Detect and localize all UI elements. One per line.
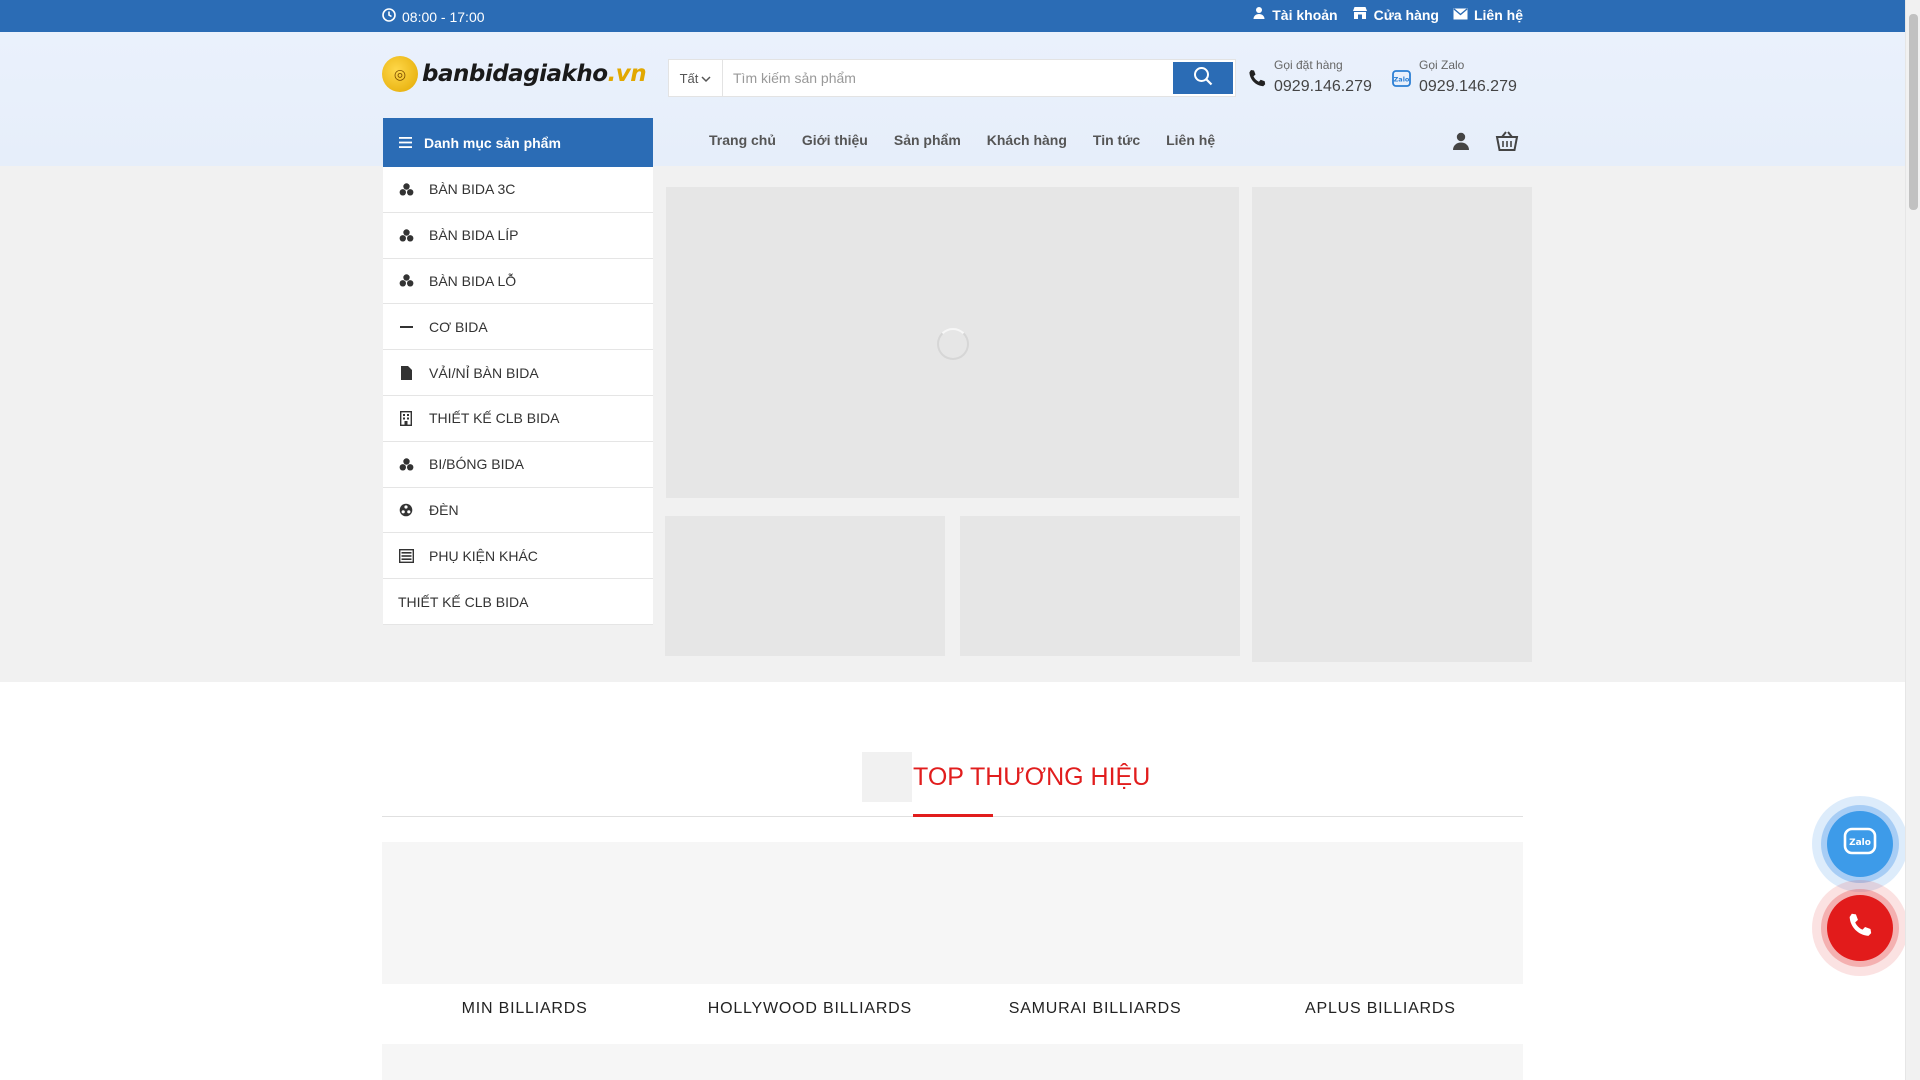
category-item-phu-kien[interactable]: PHỤ KIỆN KHÁC: [383, 533, 653, 580]
category-menu-header[interactable]: Danh mục sản phẩm: [383, 118, 653, 167]
account-icon[interactable]: [1451, 131, 1471, 156]
brands-title: TOP THƯƠNG HIỆU: [913, 762, 1151, 791]
mail-icon: [1453, 7, 1468, 23]
header-actions: [1451, 130, 1519, 157]
opening-hours: 08:00 - 17:00: [382, 8, 485, 25]
brand-min-billiards[interactable]: MIN BILLIARDS: [382, 984, 667, 1044]
svg-text:Zalo: Zalo: [1849, 838, 1871, 848]
menu-icon: [399, 135, 412, 151]
contact-link-label: Liên hệ: [1473, 6, 1523, 23]
brands-images: [382, 842, 1523, 984]
nav-about[interactable]: Giới thiệu: [802, 132, 868, 148]
logo-emblem-icon: ◎: [382, 56, 418, 92]
opening-hours-text: 08:00 - 17:00: [402, 8, 485, 25]
hero-banner-small-left[interactable]: [665, 516, 945, 656]
brand-hollywood-billiards[interactable]: HOLLYWOOD BILLIARDS: [667, 984, 952, 1044]
hero-banner-small-right[interactable]: [960, 516, 1240, 656]
cue-icon: [398, 325, 414, 329]
category-item-vai-ni[interactable]: VẢI/NỈ BÀN BIDA: [383, 350, 653, 396]
svg-text:Zalo: Zalo: [1394, 76, 1410, 84]
nav-products[interactable]: Sản phẩm: [894, 132, 961, 148]
category-item-label: BÀN BIDA 3C: [429, 181, 516, 198]
category-item-label: ĐÈN: [429, 501, 459, 518]
zalo-icon: Zalo: [1391, 68, 1413, 96]
brand-aplus-billiards[interactable]: APLUS BILLIARDS: [1238, 984, 1523, 1044]
search-button[interactable]: [1173, 62, 1233, 94]
search-category-value: Tất: [679, 70, 699, 86]
category-item-label: THIẾT KẾ CLB BIDA: [429, 410, 560, 427]
search-bar: Tất: [668, 59, 1236, 97]
category-item-label: BÀN BIDA LÍP: [429, 227, 519, 244]
balls-icon: [398, 183, 414, 196]
category-item-label: BI/BÓNG BIDA: [429, 456, 524, 473]
order-hotline-number: 0929.146.279: [1274, 78, 1372, 95]
store-link-label: Cửa hàng: [1373, 6, 1439, 23]
list-icon: [398, 548, 414, 563]
brands-divider-accent: [913, 814, 993, 817]
category-item-co-bida[interactable]: CƠ BIDA: [383, 304, 653, 351]
category-item-thiet-ke-clb-2[interactable]: THIẾT KẾ CLB BIDA: [383, 579, 653, 625]
hero-banner-side[interactable]: [1252, 187, 1532, 662]
category-item-ban-bida-lo[interactable]: BÀN BIDA LỖ: [383, 258, 653, 305]
scrollbar-thumb[interactable]: [1909, 14, 1918, 210]
cart-icon[interactable]: [1495, 130, 1519, 157]
zalo-hotline-label: Gọi Zalo: [1419, 58, 1465, 72]
clock-icon: [382, 8, 396, 25]
nav-contact[interactable]: Liên hệ: [1166, 132, 1215, 148]
category-item-label: CƠ BIDA: [429, 318, 488, 335]
brands-row-2: [382, 1044, 1523, 1080]
nav-customers[interactable]: Khách hàng: [987, 132, 1067, 148]
logo-text: banbidagiakho: [422, 61, 608, 87]
balls-icon: [398, 274, 414, 287]
phone-icon: [1246, 68, 1268, 96]
order-hotline-label: Gọi đặt hàng: [1274, 58, 1343, 72]
category-item-label: VẢI/NỈ BÀN BIDA: [429, 364, 539, 381]
floating-call-button[interactable]: [1812, 880, 1908, 976]
category-item-thiet-ke-clb[interactable]: THIẾT KẾ CLB BIDA: [383, 395, 653, 442]
user-icon: [1252, 6, 1266, 23]
loading-spinner-icon: [937, 328, 969, 360]
account-link-label: Tài khoản: [1272, 6, 1338, 23]
category-menu-title: Danh mục sản phẩm: [424, 134, 561, 151]
nav-news[interactable]: Tin tức: [1093, 132, 1140, 148]
search-icon: [1193, 66, 1213, 91]
search-input[interactable]: [723, 60, 1171, 96]
category-item-label: THIẾT KẾ CLB BIDA: [398, 593, 529, 610]
zalo-chat-icon: Zalo: [1842, 826, 1878, 863]
order-hotline[interactable]: Gọi đặt hàng 0929.146.279: [1246, 58, 1372, 96]
logo-domain: .vn: [607, 61, 647, 87]
category-item-ban-bida-3c[interactable]: BÀN BIDA 3C: [383, 167, 653, 213]
store-icon: [1352, 6, 1368, 23]
contact-link[interactable]: Liên hệ: [1453, 6, 1523, 23]
category-item-label: BÀN BIDA LỖ: [429, 272, 517, 289]
building-icon: [398, 410, 414, 426]
document-icon: [398, 365, 414, 380]
balls-icon: [398, 228, 414, 242]
search-category-select[interactable]: Tất: [669, 60, 723, 96]
zalo-hotline[interactable]: Zalo Gọi Zalo 0929.146.279: [1391, 58, 1517, 96]
zalo-hotline-number: 0929.146.279: [1419, 78, 1517, 95]
balls-icon: [398, 457, 414, 471]
floating-zalo-button[interactable]: Zalo: [1812, 796, 1908, 892]
category-item-label: PHỤ KIỆN KHÁC: [429, 547, 538, 564]
brand-samurai-billiards[interactable]: SAMURAI BILLIARDS: [953, 984, 1238, 1044]
lamp-icon: [398, 503, 414, 517]
top-bar: 08:00 - 17:00 Tài khoản Cửa hàng Liên hệ: [0, 0, 1905, 32]
site-logo[interactable]: ◎ banbidagiakho.vn: [382, 56, 647, 92]
store-link[interactable]: Cửa hàng: [1352, 6, 1439, 23]
category-item-bi-bong[interactable]: BI/BÓNG BIDA: [383, 441, 653, 488]
brands-title-image: [862, 752, 912, 802]
category-menu: Danh mục sản phẩm BÀN BIDA 3C BÀN BIDA L…: [383, 118, 653, 625]
account-link[interactable]: Tài khoản: [1252, 6, 1338, 23]
category-item-ban-bida-lip[interactable]: BÀN BIDA LÍP: [383, 212, 653, 259]
category-item-den[interactable]: ĐÈN: [383, 487, 653, 534]
phone-call-icon: [1845, 911, 1875, 946]
chevron-down-icon: [701, 71, 711, 86]
brands-grid: MIN BILLIARDS HOLLYWOOD BILLIARDS SAMURA…: [382, 842, 1523, 1044]
main-nav: Trang chủ Giới thiệu Sản phẩm Khách hàng…: [709, 132, 1215, 148]
page-scrollbar[interactable]: [1905, 0, 1920, 1080]
nav-home[interactable]: Trang chủ: [709, 132, 776, 148]
